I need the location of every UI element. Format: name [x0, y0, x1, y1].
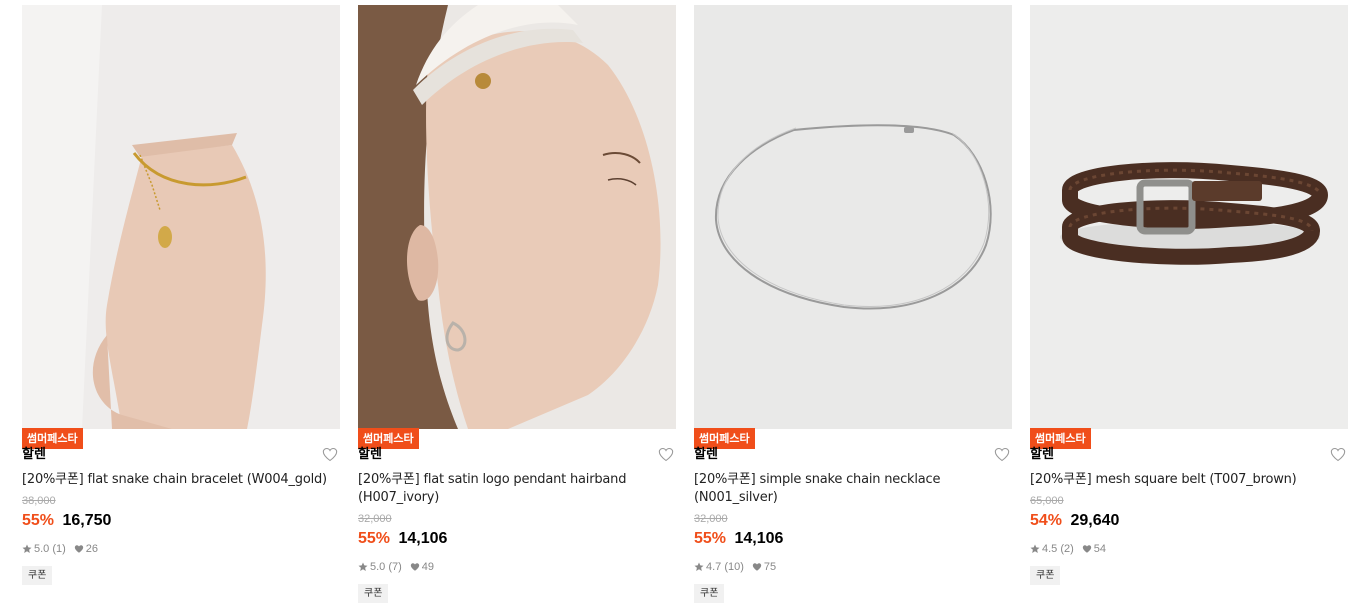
product-image-bracelet[interactable]: [22, 5, 340, 429]
product-image-necklace[interactable]: [694, 5, 1012, 429]
product-name[interactable]: [20%쿠폰] flat satin logo pendant hairband…: [358, 471, 676, 507]
product-grid: 썸머페스타 할렌 [20%쿠폰] flat snake chain bracel…: [0, 0, 1354, 609]
brand-name[interactable]: 할렌: [694, 445, 1012, 465]
product-card[interactable]: 썸머페스타 할렌 [20%쿠폰] simple snake chain neck…: [694, 5, 1012, 605]
review-meta: 5.0 (7) 49: [358, 560, 676, 574]
heart-outline-icon[interactable]: [994, 447, 1010, 462]
heart-outline-icon[interactable]: [1330, 447, 1346, 462]
heart-filled-icon: [752, 563, 762, 571]
original-price: 38,000: [22, 495, 56, 507]
brand-name[interactable]: 할렌: [358, 445, 676, 465]
sale-price: 29,640: [1070, 512, 1120, 529]
rating-text: 4.5 (2): [1042, 543, 1074, 555]
star-icon: [694, 562, 704, 571]
discount-rate: 55%: [22, 512, 55, 529]
heart-filled-icon: [1082, 545, 1091, 553]
discount-rate: 55%: [358, 530, 391, 547]
review-meta: 4.5 (2) 54: [1030, 542, 1348, 556]
product-name[interactable]: [20%쿠폰] flat snake chain bracelet (W004_…: [22, 471, 340, 489]
likes-count: 26: [85, 543, 99, 555]
heart-outline-icon[interactable]: [658, 447, 674, 462]
product-card[interactable]: 썸머페스타 할렌 [20%쿠폰] flat satin logo pendant…: [358, 5, 676, 605]
rating-text: 5.0 (7): [370, 561, 402, 573]
heart-filled-icon: [410, 563, 419, 571]
product-name[interactable]: [20%쿠폰] simple snake chain necklace (N00…: [694, 471, 1012, 507]
star-icon: [358, 562, 368, 571]
discount-rate: 54%: [1030, 512, 1063, 529]
likes-count: 75: [763, 561, 777, 573]
product-card[interactable]: 썸머페스타 할렌 [20%쿠폰] flat snake chain bracel…: [22, 5, 340, 605]
product-card[interactable]: 썸머페스타 할렌 [20%쿠폰] mesh square belt (T007_…: [1030, 5, 1348, 605]
coupon-tag: 쿠폰: [694, 584, 725, 603]
product-image-belt[interactable]: [1030, 5, 1348, 429]
likes-count: 54: [1093, 543, 1107, 555]
discount-rate: 55%: [694, 530, 727, 547]
original-price: 32,000: [358, 513, 392, 525]
original-price: 65,000: [1030, 495, 1064, 507]
star-icon: [1030, 544, 1040, 553]
rating-text: 5.0 (1): [34, 543, 66, 555]
star-icon: [22, 544, 32, 553]
product-name[interactable]: [20%쿠폰] mesh square belt (T007_brown): [1030, 471, 1348, 489]
sale-price: 16,750: [62, 512, 112, 529]
sale-price: 14,106: [734, 530, 784, 547]
rating-text: 4.7 (10): [706, 561, 744, 573]
heart-filled-icon: [74, 545, 83, 553]
coupon-tag: 쿠폰: [22, 566, 53, 585]
original-price: 32,000: [694, 513, 728, 525]
heart-outline-icon[interactable]: [322, 447, 338, 462]
likes-count: 49: [421, 561, 435, 573]
review-meta: 4.7 (10) 75: [694, 560, 1012, 574]
coupon-tag: 쿠폰: [1030, 566, 1061, 585]
coupon-tag: 쿠폰: [358, 584, 389, 603]
sale-price: 14,106: [398, 530, 448, 547]
brand-name[interactable]: 할렌: [1030, 445, 1348, 465]
product-image-hairband[interactable]: [358, 5, 676, 429]
review-meta: 5.0 (1) 26: [22, 542, 340, 556]
brand-name[interactable]: 할렌: [22, 445, 340, 465]
